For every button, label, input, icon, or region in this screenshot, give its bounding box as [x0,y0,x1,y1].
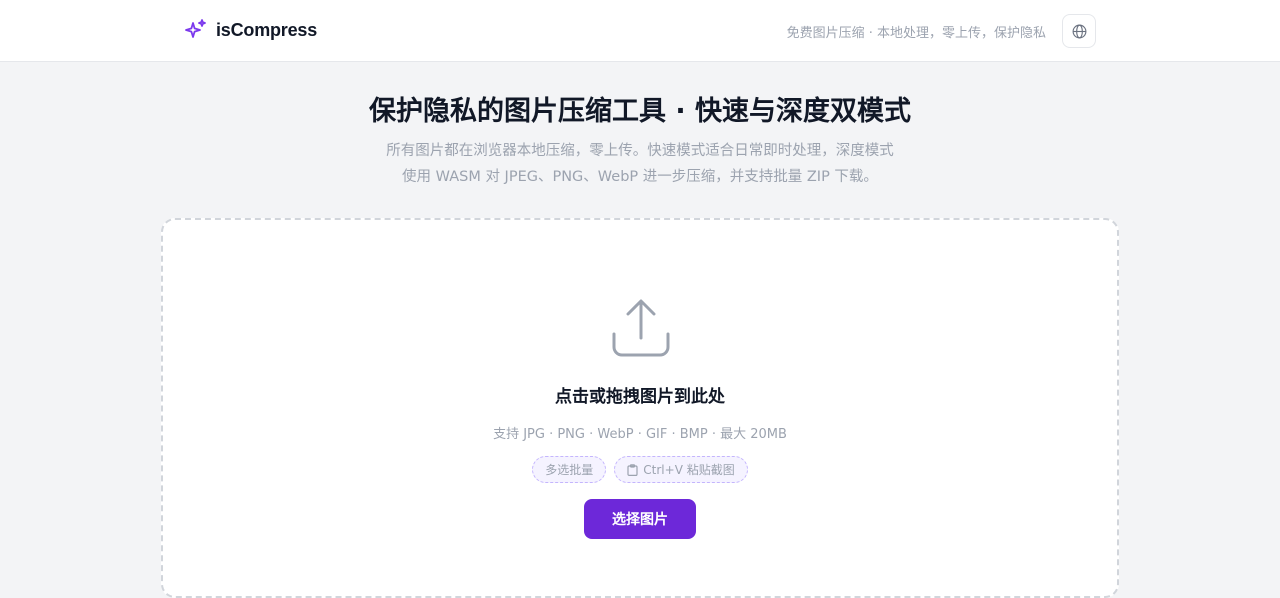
hero: 保护隐私的图片压缩工具 · 快速与深度双模式 所有图片都在浏览器本地压缩，零上传… [0,94,1280,190]
language-button[interactable] [1062,14,1096,48]
select-images-button[interactable]: 选择图片 [584,499,696,539]
header-tagline: 免费图片压缩 · 本地处理，零上传，保护隐私 [786,26,1046,41]
sparkles-icon [185,19,206,38]
feature-chips: 多选批量 Ctrl+V 粘贴截图 [163,456,1117,483]
globe-icon [1072,24,1086,38]
page-title: 保护隐私的图片压缩工具 · 快速与深度双模式 [368,96,912,127]
brand[interactable]: isCompress [184,18,317,42]
app-header: isCompress 免费图片压缩 · 本地处理，零上传，保护隐私 [0,0,1280,62]
clipboard-icon [627,463,638,476]
chip-label: Ctrl+V 粘贴截图 [643,463,735,477]
dropzone-title: 点击或拖拽图片到此处 [555,387,725,407]
chip-label: 多选批量 [545,463,594,477]
chip-batch-select: 多选批量 [532,456,607,483]
brand-name: isCompress [216,19,318,40]
upload-dropzone[interactable]: 点击或拖拽图片到此处 支持 JPG · PNG · WebP · GIF · B… [161,218,1119,598]
page-description: 所有图片都在浏览器本地压缩，零上传。快速模式适合日常即时处理，深度模式使用 WA… [386,143,894,185]
supported-formats: 支持 JPG · PNG · WebP · GIF · BMP · 最大 20M… [493,427,787,442]
upload-icon [612,299,670,357]
chip-paste-screenshot: Ctrl+V 粘贴截图 [614,456,748,483]
